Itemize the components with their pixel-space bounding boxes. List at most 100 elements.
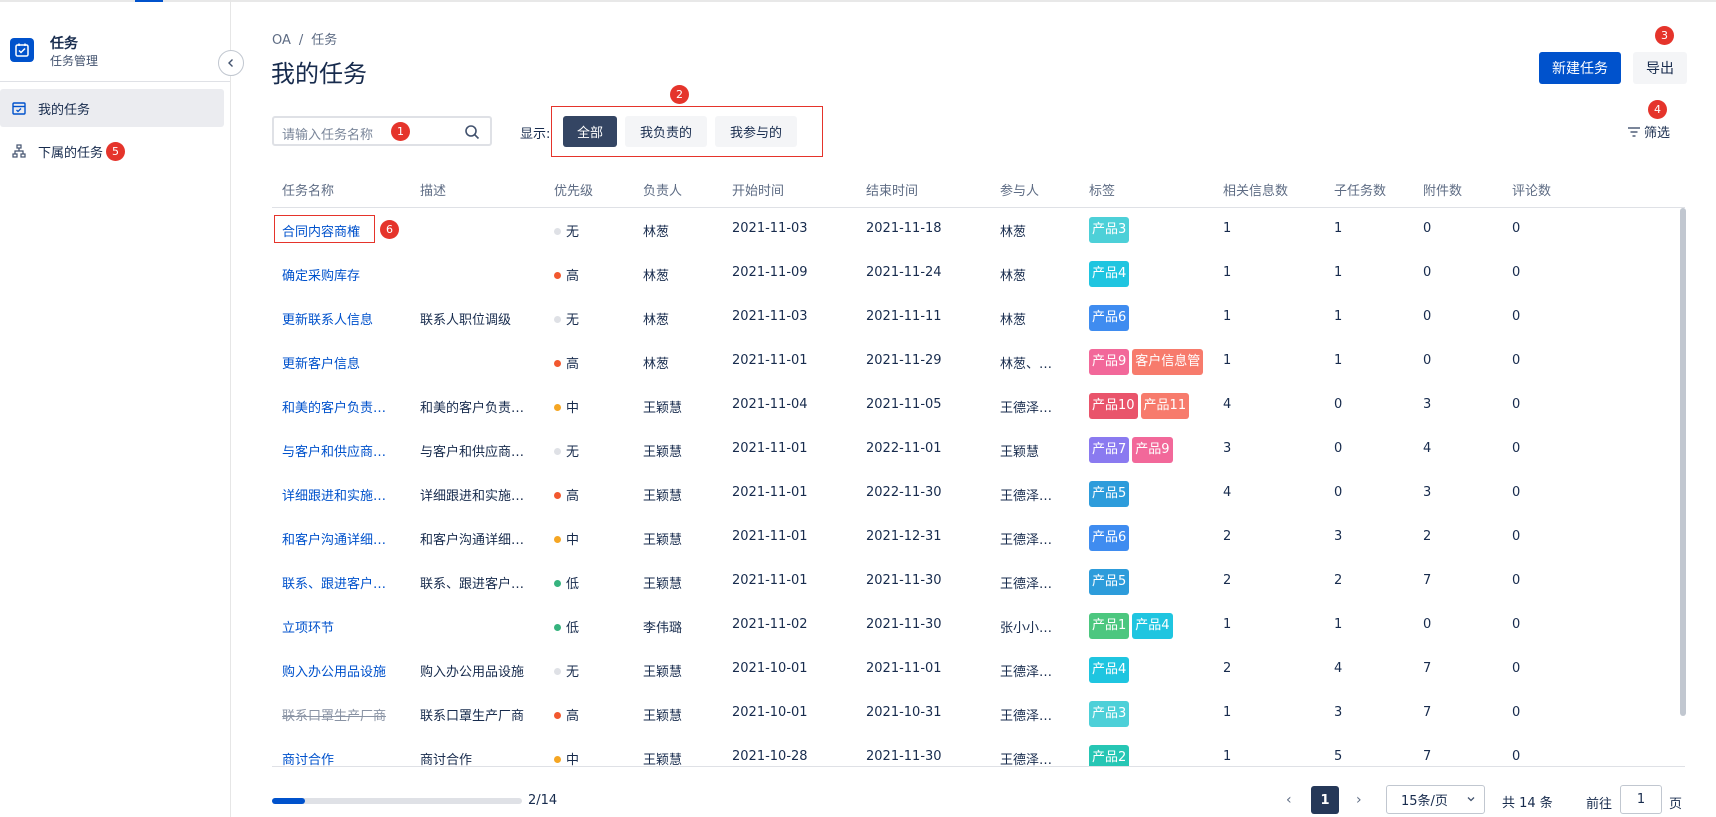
tag-badge[interactable]: 产品1 <box>1089 613 1130 639</box>
scroll-progress-fill <box>272 798 305 804</box>
task-start-date: 2021-10-28 <box>732 749 808 764</box>
table-row[interactable]: 商讨合作 商讨合作 中 王颖慧 2021-10-28 2021-11-30 王德泽… 产品2 1… <box>272 736 1678 766</box>
tag-badge[interactable]: 客户信息管 <box>1132 349 1204 375</box>
related-info-count: 1 <box>1223 265 1232 280</box>
next-page-icon[interactable]: › <box>1356 792 1362 808</box>
tag-badge[interactable]: 产品5 <box>1089 481 1130 507</box>
tag-badge[interactable]: 产品6 <box>1089 525 1130 551</box>
tag-badge[interactable]: 产品3 <box>1089 701 1130 727</box>
annotation-badge: 3 <box>1655 26 1674 45</box>
task-name-link[interactable]: 更新联系人信息 <box>282 309 373 328</box>
collapse-sidebar-button[interactable] <box>218 50 244 76</box>
table-row[interactable]: 更新客户信息 高 林葱 2021-11-01 2021-11-29 林葱、… 产品9 客户信息… <box>272 340 1678 384</box>
task-tags: 产品5 <box>1089 569 1132 595</box>
tag-badge[interactable]: 产品3 <box>1089 217 1130 243</box>
task-start-date: 2021-11-04 <box>732 397 808 412</box>
table-scrollbar[interactable] <box>1680 208 1686 716</box>
attachment-count: 0 <box>1423 265 1432 280</box>
column-header[interactable]: 参与人 <box>1000 180 1039 199</box>
task-tags: 产品3 <box>1089 217 1132 243</box>
column-header[interactable]: 描述 <box>420 180 446 199</box>
task-start-date: 2021-11-01 <box>732 353 808 368</box>
tag-badge[interactable]: 产品11 <box>1140 393 1190 419</box>
column-header[interactable]: 评论数 <box>1512 180 1551 199</box>
task-priority: 无 <box>554 441 579 460</box>
task-name-link[interactable]: 和美的客户负责… <box>282 397 386 416</box>
tag-badge[interactable]: 产品9 <box>1132 437 1173 463</box>
prev-page-icon[interactable]: ‹ <box>1286 792 1292 808</box>
task-name-link[interactable]: 商讨合作 <box>282 749 334 766</box>
task-name-link[interactable]: 合同内容商榷 <box>282 221 360 240</box>
sidebar-item-subordinate-tasks[interactable]: 下属的任务 5 <box>0 132 224 170</box>
task-description: 联系、跟进客户… <box>420 577 525 592</box>
tag-badge[interactable]: 产品9 <box>1089 349 1130 375</box>
task-priority: 无 <box>554 309 579 328</box>
display-responsible-button[interactable]: 我负责的 <box>625 116 707 147</box>
goto-page-input[interactable]: 1 <box>1620 785 1662 814</box>
table-row[interactable]: 和美的客户负责… 和美的客户负责… 中 王颖慧 2021-11-04 2021-11-05… <box>272 384 1678 428</box>
task-name-link[interactable]: 购入办公用品设施 <box>282 661 386 680</box>
column-header[interactable]: 负责人 <box>643 180 682 199</box>
display-all-button[interactable]: 全部 <box>563 116 617 147</box>
table-row[interactable]: 联系、跟进客户… 联系、跟进客户… 低 王颖慧 2021-11-01 2021-11-30… <box>272 560 1678 604</box>
filter-button[interactable]: 筛选 <box>1627 122 1670 141</box>
export-button[interactable]: 导出 <box>1633 52 1687 84</box>
comment-count: 0 <box>1512 397 1521 412</box>
tag-badge[interactable]: 产品5 <box>1089 569 1130 595</box>
table-row[interactable]: 与客户和供应商… 与客户和供应商… 无 王颖慧 2021-11-01 2022-11-01… <box>272 428 1678 472</box>
table-row[interactable]: 联系口罩生产厂商 联系口罩生产厂商 高 王颖慧 2021-10-01 2021-10-31… <box>272 692 1678 736</box>
search-input[interactable]: 请输入任务名称 1 <box>272 116 492 146</box>
table-row[interactable]: 立项环节 低 李伟璐 2021-11-02 2021-11-30 张小小… 产品1 产品4 1 1… <box>272 604 1678 648</box>
column-header[interactable]: 开始时间 <box>732 180 784 199</box>
task-participants: 林葱 <box>1000 313 1027 328</box>
attachment-count: 3 <box>1423 485 1432 500</box>
task-name-link[interactable]: 和客户沟通详细… <box>282 529 386 548</box>
new-task-button[interactable]: 新建任务 <box>1539 52 1621 84</box>
breadcrumb-root[interactable]: OA <box>272 33 291 48</box>
subtask-count: 0 <box>1334 485 1343 500</box>
tag-badge[interactable]: 产品10 <box>1089 393 1138 419</box>
tag-badge[interactable]: 产品4 <box>1089 261 1130 287</box>
task-name-link[interactable]: 更新客户信息 <box>282 353 360 372</box>
tag-badge[interactable]: 产品2 <box>1089 745 1130 766</box>
column-header[interactable]: 标签 <box>1089 180 1115 199</box>
tag-badge[interactable]: 产品4 <box>1132 613 1173 639</box>
task-name-link[interactable]: 详细跟进和实施… <box>282 485 386 504</box>
task-owner: 王颖慧 <box>643 665 683 680</box>
tag-badge[interactable]: 产品4 <box>1089 657 1130 683</box>
table-row[interactable]: 详细跟进和实施… 详细跟进和实施… 高 王颖慧 2021-11-01 2022-11-30… <box>272 472 1678 516</box>
search-icon[interactable] <box>464 124 480 144</box>
tag-badge[interactable]: 产品6 <box>1089 305 1130 331</box>
goto-label: 前往 <box>1586 797 1613 812</box>
column-header[interactable]: 任务名称 <box>282 180 334 199</box>
app-subtitle: 任务管理 <box>50 54 99 68</box>
task-owner: 王颖慧 <box>643 753 683 766</box>
top-border <box>0 0 1716 2</box>
task-name-link[interactable]: 联系、跟进客户… <box>282 573 386 592</box>
column-header[interactable]: 优先级 <box>554 180 593 199</box>
display-participated-button[interactable]: 我参与的 <box>715 116 797 147</box>
column-header[interactable]: 子任务数 <box>1334 180 1386 199</box>
table-row[interactable]: 合同内容商榷 无 林葱 2021-11-03 2021-11-18 林葱 产品3 1 1 0 0 <box>272 208 1678 252</box>
task-name-link[interactable]: 确定采购库存 <box>282 265 360 284</box>
task-name-link[interactable]: 与客户和供应商… <box>282 441 386 460</box>
priority-dot-icon <box>554 492 561 499</box>
column-header[interactable]: 结束时间 <box>866 180 918 199</box>
related-info-count: 2 <box>1223 529 1232 544</box>
table-row[interactable]: 和客户沟通详细… 和客户沟通详细… 中 王颖慧 2021-11-01 2021-12-31… <box>272 516 1678 560</box>
current-page-button[interactable]: 1 <box>1311 786 1339 814</box>
table-row[interactable]: 购入办公用品设施 购入办公用品设施 无 王颖慧 2021-10-01 2021-11-01… <box>272 648 1678 692</box>
sidebar-item-my-tasks[interactable]: 我的任务 <box>0 89 224 127</box>
table-row[interactable]: 确定采购库存 高 林葱 2021-11-09 2021-11-24 林葱 产品4 1 1 0 0 <box>272 252 1678 296</box>
column-header[interactable]: 相关信息数 <box>1223 180 1288 199</box>
column-header[interactable]: 附件数 <box>1423 180 1462 199</box>
task-name-link[interactable]: 立项环节 <box>282 617 334 636</box>
task-end-date: 2021-11-01 <box>866 661 942 676</box>
tag-badge[interactable]: 产品7 <box>1089 437 1130 463</box>
table-row[interactable]: 更新联系人信息 联系人职位调级 无 林葱 2021-11-03 2021-11-11 林葱 产… <box>272 296 1678 340</box>
task-tags: 产品6 <box>1089 305 1132 331</box>
task-name-link[interactable]: 联系口罩生产厂商 <box>282 705 386 724</box>
task-participants: 林葱 <box>1000 225 1027 240</box>
related-info-count: 4 <box>1223 397 1232 412</box>
page-size-select[interactable]: 15条/页 <box>1386 785 1485 814</box>
